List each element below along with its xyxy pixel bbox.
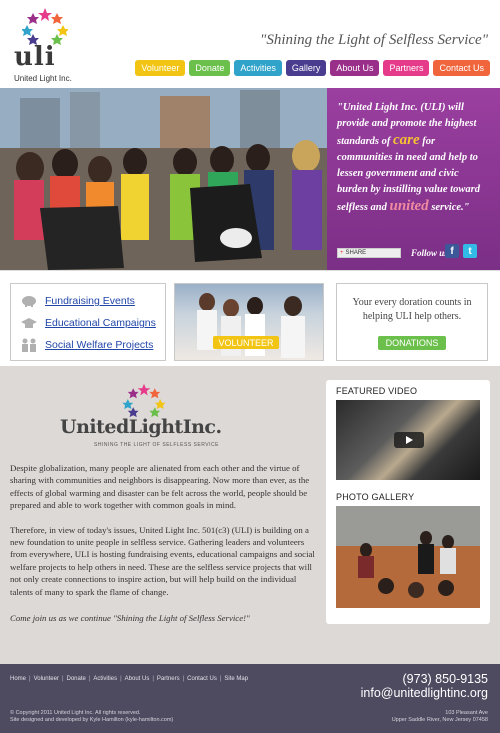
separator: | <box>88 676 91 682</box>
link-label[interactable]: Fundraising Events <box>45 295 135 307</box>
mission-panel: "United Light Inc. (ULI) will provide an… <box>327 88 500 270</box>
nav-activities[interactable]: Activities <box>234 60 282 76</box>
featured-video[interactable] <box>336 400 480 480</box>
footer-link-volunteer[interactable]: Volunteer <box>34 676 59 682</box>
logo-wordmark: uli <box>14 42 56 72</box>
stars-logo-icon <box>122 383 166 418</box>
footer-nav: Home | Volunteer | Donate | Activities | Abo… <box>10 676 248 682</box>
site-tagline: "Shining the Light of Selfless Service" <box>260 32 488 48</box>
volunteer-button[interactable]: VOLUNTEER <box>213 336 279 349</box>
about-closing: Come join us as we continue "Shining the… <box>10 613 250 624</box>
share-label: SHARE <box>345 250 367 256</box>
about-paragraph-1: Despite globalization, many people are a… <box>10 463 310 511</box>
about-paragraph-2: Therefore, in view of today's issues, Un… <box>10 524 315 597</box>
donation-text: Your every doration counts in helping UL… <box>352 297 472 322</box>
footer-link-partners[interactable]: Partners <box>157 676 180 682</box>
volunteers-image <box>197 293 305 358</box>
main-content: UnitedLightInc. SHINING THE LIGHT OF SEL… <box>0 366 500 664</box>
main-nav: Volunteer Donate Activities Gallery Abou… <box>135 60 490 76</box>
hero-photo <box>0 88 327 270</box>
about-logo-tagline: SHINING THE LIGHT OF SELFLESS SERVICE <box>94 442 219 448</box>
donations-button[interactable]: DONATIONS <box>378 336 446 350</box>
piggy-bank-icon <box>19 294 39 308</box>
facebook-icon[interactable]: f <box>445 244 459 258</box>
stars-logo-icon <box>22 8 68 45</box>
nav-gallery[interactable]: Gallery <box>285 60 327 76</box>
footer-link-activities[interactable]: Activities <box>93 676 117 682</box>
share-icon: + <box>340 250 344 256</box>
site-header: uli United Light Inc. "Shining the Light… <box>0 0 500 88</box>
nav-contact-us[interactable]: Contact Us <box>433 60 490 76</box>
care-highlight: care <box>393 132 420 148</box>
link-fundraising[interactable]: Fundraising Events <box>19 294 157 308</box>
featured-video-title: FEATURED VIDEO <box>336 386 418 396</box>
link-label[interactable]: Educational Campaigns <box>45 317 156 329</box>
credit-text: Site designed and developed by Kyle Hami… <box>10 717 174 723</box>
nav-volunteer[interactable]: Volunteer <box>135 60 186 76</box>
play-icon[interactable] <box>394 432 424 448</box>
nav-about-us[interactable]: About Us <box>330 60 380 76</box>
footer-link-donate[interactable]: Donate <box>67 676 86 682</box>
kids-cleanup-image <box>0 88 327 270</box>
feature-row: Fundraising Events Educational Campaigns… <box>0 270 500 366</box>
media-sidebar: FEATURED VIDEO PHOTO GALLERY <box>326 380 490 624</box>
separator: | <box>152 676 154 682</box>
footer-address: 103 Pleasant Ave Upper Saddle River, New… <box>392 710 488 724</box>
separator: | <box>182 676 185 682</box>
footer-link-contact-us[interactable]: Contact Us <box>187 676 217 682</box>
address-line-2: Upper Saddle River, New Jersey 07458 <box>391 717 488 723</box>
nav-partners[interactable]: Partners <box>383 60 430 76</box>
site-footer: Home | Volunteer | Donate | Activities | Abo… <box>0 664 500 733</box>
address-line-1: 103 Pleasant Ave <box>445 710 488 716</box>
photo-gallery-title: PHOTO GALLERY <box>336 492 415 502</box>
footer-email[interactable]: info@unitedlightinc.org <box>361 686 488 700</box>
twitter-icon[interactable]: t <box>463 244 477 258</box>
about-logo-name: UnitedLightInc. <box>60 416 222 438</box>
mission-text-3: service." <box>431 202 470 213</box>
copyright-text: © Copyright 2011 United Light Inc. All r… <box>10 710 141 716</box>
footer-phone: (973) 850-9135 <box>402 672 488 686</box>
logo-subtitle: United Light Inc. <box>14 74 72 83</box>
donation-box: Your every doration counts in helping UL… <box>336 283 488 361</box>
nav-donate[interactable]: Donate <box>189 60 231 76</box>
mission-quote: "United Light Inc. (ULI) will provide an… <box>337 100 490 216</box>
link-educational[interactable]: Educational Campaigns <box>19 316 157 330</box>
share-button[interactable]: + SHARE <box>337 248 401 258</box>
about-logo: UnitedLightInc. SHINING THE LIGHT OF SEL… <box>10 380 316 450</box>
link-label[interactable]: Social Welfare Projects <box>45 339 153 351</box>
separator: | <box>29 676 31 682</box>
graduation-cap-icon <box>19 316 39 330</box>
footer-link-about-us[interactable]: About Us <box>125 676 150 682</box>
program-links-box: Fundraising Events Educational Campaigns… <box>10 283 166 361</box>
footer-link-site-map[interactable]: Site Map <box>224 676 248 682</box>
photo-gallery-image[interactable] <box>336 506 480 608</box>
link-social-welfare[interactable]: Social Welfare Projects <box>19 338 157 352</box>
footer-copyright: © Copyright 2011 United Light Inc. All r… <box>10 710 173 724</box>
hero-banner: "United Light Inc. (ULI) will provide an… <box>0 88 500 270</box>
separator: | <box>61 676 64 682</box>
separator: | <box>219 676 222 682</box>
gallery-photo <box>336 506 480 608</box>
united-highlight: united <box>389 198 429 214</box>
footer-link-home[interactable]: Home <box>10 676 26 682</box>
site-logo[interactable]: uli United Light Inc. <box>14 6 76 84</box>
volunteer-box: VOLUNTEER <box>174 283 324 361</box>
about-section: UnitedLightInc. SHINING THE LIGHT OF SEL… <box>10 380 316 624</box>
separator: | <box>120 676 122 682</box>
people-icon <box>19 338 39 352</box>
